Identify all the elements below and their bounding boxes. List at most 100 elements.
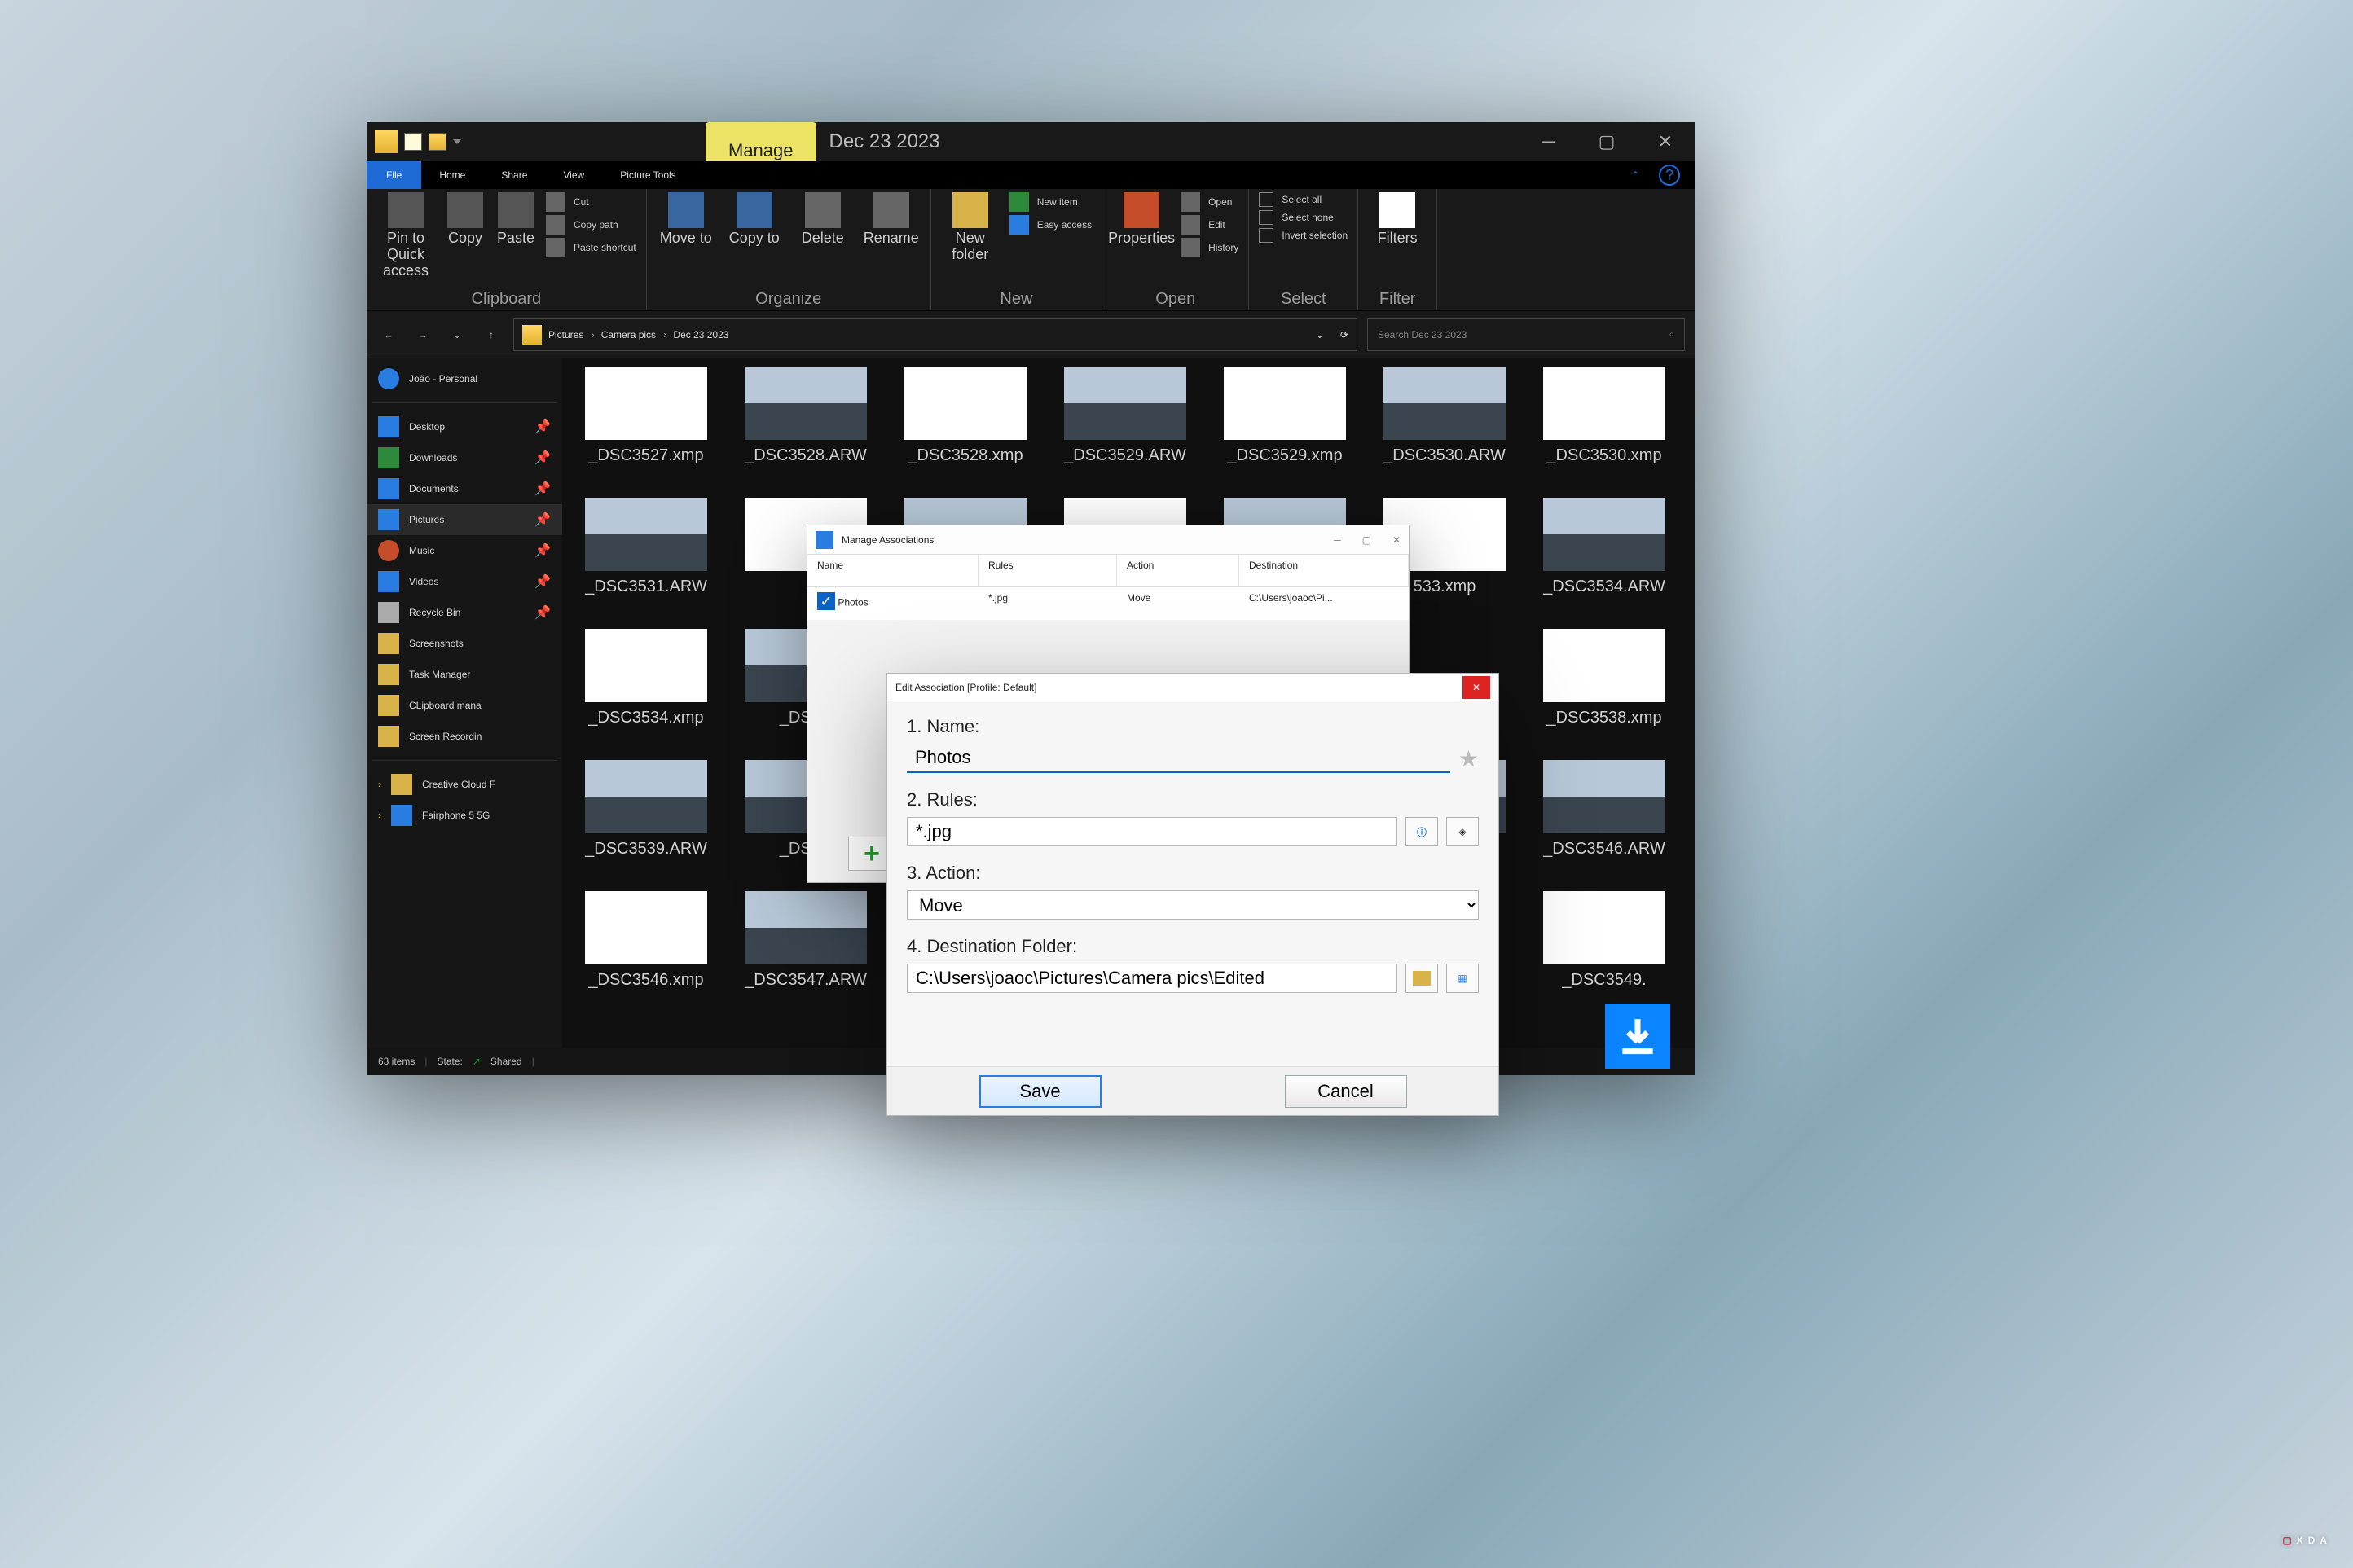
file-item[interactable]: _DSC3529.xmp xyxy=(1224,367,1346,465)
sidebar-item-screenshots[interactable]: Screenshots xyxy=(367,628,562,659)
forward-button[interactable]: → xyxy=(411,323,435,347)
delete-button[interactable]: Delete xyxy=(794,192,852,246)
select-all-button[interactable]: Select all xyxy=(1259,192,1348,207)
select-none-button[interactable]: Select none xyxy=(1259,210,1348,225)
file-item[interactable]: _DSC3530.xmp xyxy=(1543,367,1665,465)
refresh-button[interactable]: ⟳ xyxy=(1340,329,1348,340)
sidebar-item-videos[interactable]: Videos📌 xyxy=(367,566,562,597)
file-item[interactable]: _DSC3528.ARW xyxy=(745,367,867,465)
copy-button[interactable]: Copy xyxy=(445,192,486,246)
help-icon[interactable]: ? xyxy=(1659,165,1680,186)
maximize-button[interactable]: ▢ xyxy=(1577,122,1636,161)
crumb-pictures[interactable]: Pictures xyxy=(548,329,595,340)
edit-button[interactable]: Edit xyxy=(1181,215,1238,235)
title-bar[interactable]: Manage Dec 23 2023 ─ ▢ ✕ xyxy=(367,122,1695,161)
browse-folder-button[interactable] xyxy=(1405,964,1438,993)
breadcrumb[interactable]: Pictures Camera pics Dec 23 2023 ⌄ ⟳ xyxy=(513,318,1357,351)
rename-button[interactable]: Rename xyxy=(862,192,921,246)
move-to-button[interactable]: Move to xyxy=(657,192,715,246)
file-item[interactable]: _DSC3549. xyxy=(1543,891,1665,990)
easy-access-button[interactable]: Easy access xyxy=(1009,215,1092,235)
recent-caret-icon[interactable]: ⌄ xyxy=(445,323,469,347)
cut-button[interactable]: Cut xyxy=(546,192,636,212)
file-item[interactable]: _DSC3527.xmp xyxy=(585,367,707,465)
rules-input[interactable] xyxy=(907,817,1397,846)
sidebar-item-task-manager[interactable]: Task Manager xyxy=(367,659,562,690)
new-folder-button[interactable]: New folder xyxy=(941,192,1000,262)
maximize-button[interactable]: ▢ xyxy=(1362,534,1371,546)
file-item[interactable]: _DSC3529.ARW xyxy=(1064,367,1186,465)
destination-input[interactable] xyxy=(907,964,1397,993)
open-button[interactable]: Open xyxy=(1181,192,1238,212)
close-button[interactable]: ✕ xyxy=(1462,676,1490,699)
minimize-button[interactable]: ─ xyxy=(1334,534,1341,546)
properties-button[interactable]: Properties xyxy=(1112,192,1171,246)
file-item[interactable]: _DSC3546.xmp xyxy=(585,891,707,990)
col-destination[interactable]: Destination xyxy=(1239,555,1409,586)
pin-to-quick-access-button[interactable]: Pin to Quick access xyxy=(376,192,435,279)
navigation-pane[interactable]: João - Personal Desktop📌 Downloads📌 Docu… xyxy=(367,358,562,1048)
dialog-titlebar[interactable]: Edit Association [Profile: Default] ✕ xyxy=(887,674,1498,701)
col-rules[interactable]: Rules xyxy=(979,555,1117,586)
new-item-button[interactable]: New item xyxy=(1009,192,1092,212)
ribbon-context-tab[interactable]: Manage xyxy=(706,122,816,161)
file-item[interactable]: _DSC3546.ARW xyxy=(1543,760,1665,859)
row-checkbox[interactable]: ✓ xyxy=(817,592,835,610)
sidebar-item-fairphone[interactable]: ›Fairphone 5 5G xyxy=(367,800,562,831)
crumb-camera-pics[interactable]: Camera pics xyxy=(601,329,667,340)
file-item[interactable]: _DSC3531.ARW xyxy=(585,498,707,596)
tab-picture-tools[interactable]: Picture Tools xyxy=(602,161,693,189)
tokens-button[interactable]: ▦ xyxy=(1446,964,1479,993)
qat-button-1[interactable] xyxy=(404,133,422,151)
sidebar-item-documents[interactable]: Documents📌 xyxy=(367,473,562,504)
file-item[interactable]: _DSC3547.ARW xyxy=(745,891,867,990)
filters-button[interactable]: Filters xyxy=(1368,192,1427,246)
minimize-button[interactable]: ─ xyxy=(1519,122,1577,161)
up-button[interactable]: ↑ xyxy=(479,323,504,347)
history-button[interactable]: History xyxy=(1181,238,1238,257)
tab-view[interactable]: View xyxy=(545,161,602,189)
search-input[interactable]: Search Dec 23 2023 ⌕ xyxy=(1367,318,1685,351)
tab-file[interactable]: File xyxy=(367,161,421,189)
table-row[interactable]: ✓ Photos *.jpg Move C:\Users\joaoc\Pi... xyxy=(807,587,1409,620)
favorite-icon[interactable]: ★ xyxy=(1458,745,1479,772)
name-input[interactable] xyxy=(907,744,1450,773)
download-overlay-icon[interactable] xyxy=(1605,1004,1670,1069)
close-button[interactable]: ✕ xyxy=(1636,122,1695,161)
invert-selection-button[interactable]: Invert selection xyxy=(1259,228,1348,243)
qat-caret-icon[interactable] xyxy=(453,139,461,144)
path-caret-icon[interactable]: ⌄ xyxy=(1316,329,1324,340)
action-select[interactable]: Move xyxy=(907,890,1479,920)
cancel-button[interactable]: Cancel xyxy=(1285,1075,1407,1108)
file-item[interactable]: _DSC3538.xmp xyxy=(1543,629,1665,727)
sidebar-item-clipboard[interactable]: CLipboard mana xyxy=(367,690,562,721)
back-button[interactable]: ← xyxy=(376,323,401,347)
diamond-button[interactable]: ◈ xyxy=(1446,817,1479,846)
qat-button-folder[interactable] xyxy=(429,133,446,151)
sidebar-item-onedrive[interactable]: João - Personal xyxy=(367,363,562,394)
sidebar-item-screen-recording[interactable]: Screen Recordin xyxy=(367,721,562,752)
file-item[interactable]: _DSC3528.xmp xyxy=(904,367,1027,465)
tab-share[interactable]: Share xyxy=(483,161,545,189)
col-name[interactable]: Name xyxy=(807,555,979,586)
copy-path-button[interactable]: Copy path xyxy=(546,215,636,235)
info-button[interactable]: ⓘ xyxy=(1405,817,1438,846)
sidebar-item-downloads[interactable]: Downloads📌 xyxy=(367,442,562,473)
file-item[interactable]: _DSC3534.xmp xyxy=(585,629,707,727)
file-item[interactable]: _DSC3539.ARW xyxy=(585,760,707,859)
paste-button[interactable]: Paste xyxy=(495,192,536,246)
dialog-titlebar[interactable]: Manage Associations ─ ▢ ✕ xyxy=(807,525,1409,555)
file-item[interactable]: _DSC3534.ARW xyxy=(1543,498,1665,596)
sidebar-item-desktop[interactable]: Desktop📌 xyxy=(367,411,562,442)
tab-home[interactable]: Home xyxy=(421,161,483,189)
sidebar-item-creative-cloud[interactable]: ›Creative Cloud F xyxy=(367,769,562,800)
close-button[interactable]: ✕ xyxy=(1392,534,1401,546)
col-action[interactable]: Action xyxy=(1117,555,1239,586)
paste-shortcut-button[interactable]: Paste shortcut xyxy=(546,238,636,257)
search-icon[interactable]: ⌕ xyxy=(1669,328,1674,340)
ribbon-collapse-icon[interactable]: ⌃ xyxy=(1631,169,1639,181)
crumb-current[interactable]: Dec 23 2023 xyxy=(673,329,728,340)
sidebar-item-pictures[interactable]: Pictures📌 xyxy=(367,504,562,535)
sidebar-item-recycle-bin[interactable]: Recycle Bin📌 xyxy=(367,597,562,628)
copy-to-button[interactable]: Copy to xyxy=(725,192,784,246)
